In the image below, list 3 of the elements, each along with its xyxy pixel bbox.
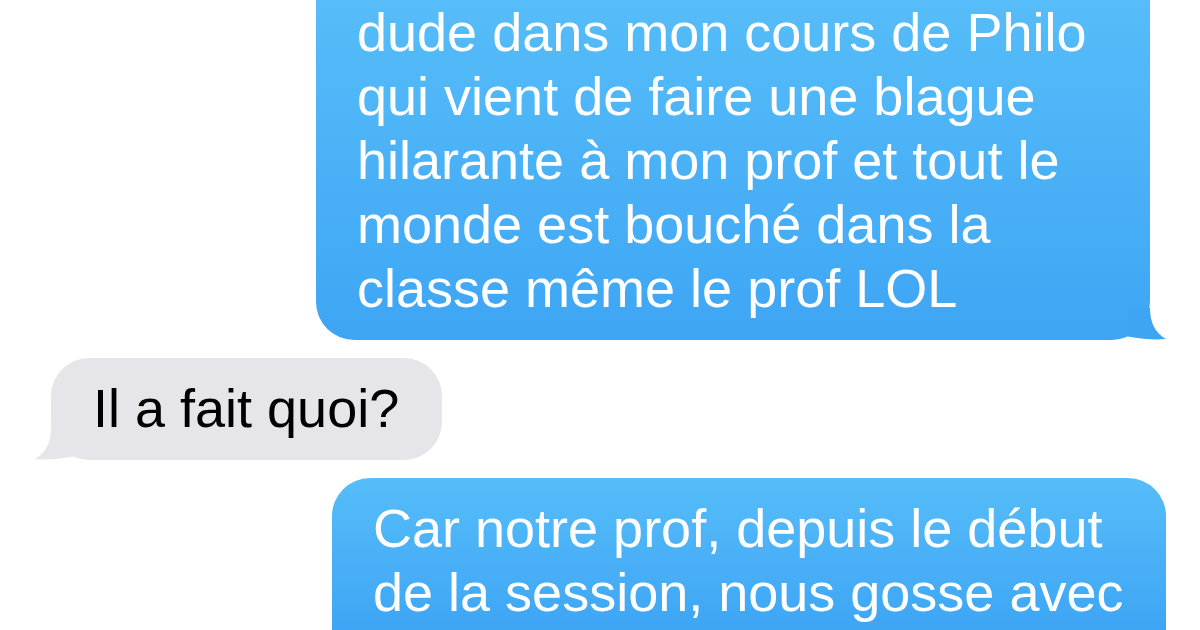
message-text: Il a fait quoi? bbox=[93, 377, 400, 440]
message-text: dude dans mon cours de Philo qui vient de faire une blague hilarante à mon prof et tout le monde est bouché dans la classe même le prof LOL bbox=[357, 1, 1088, 320]
message-text: Car notre prof, depuis le début de la session, nous gosse avec bbox=[373, 497, 1125, 624]
